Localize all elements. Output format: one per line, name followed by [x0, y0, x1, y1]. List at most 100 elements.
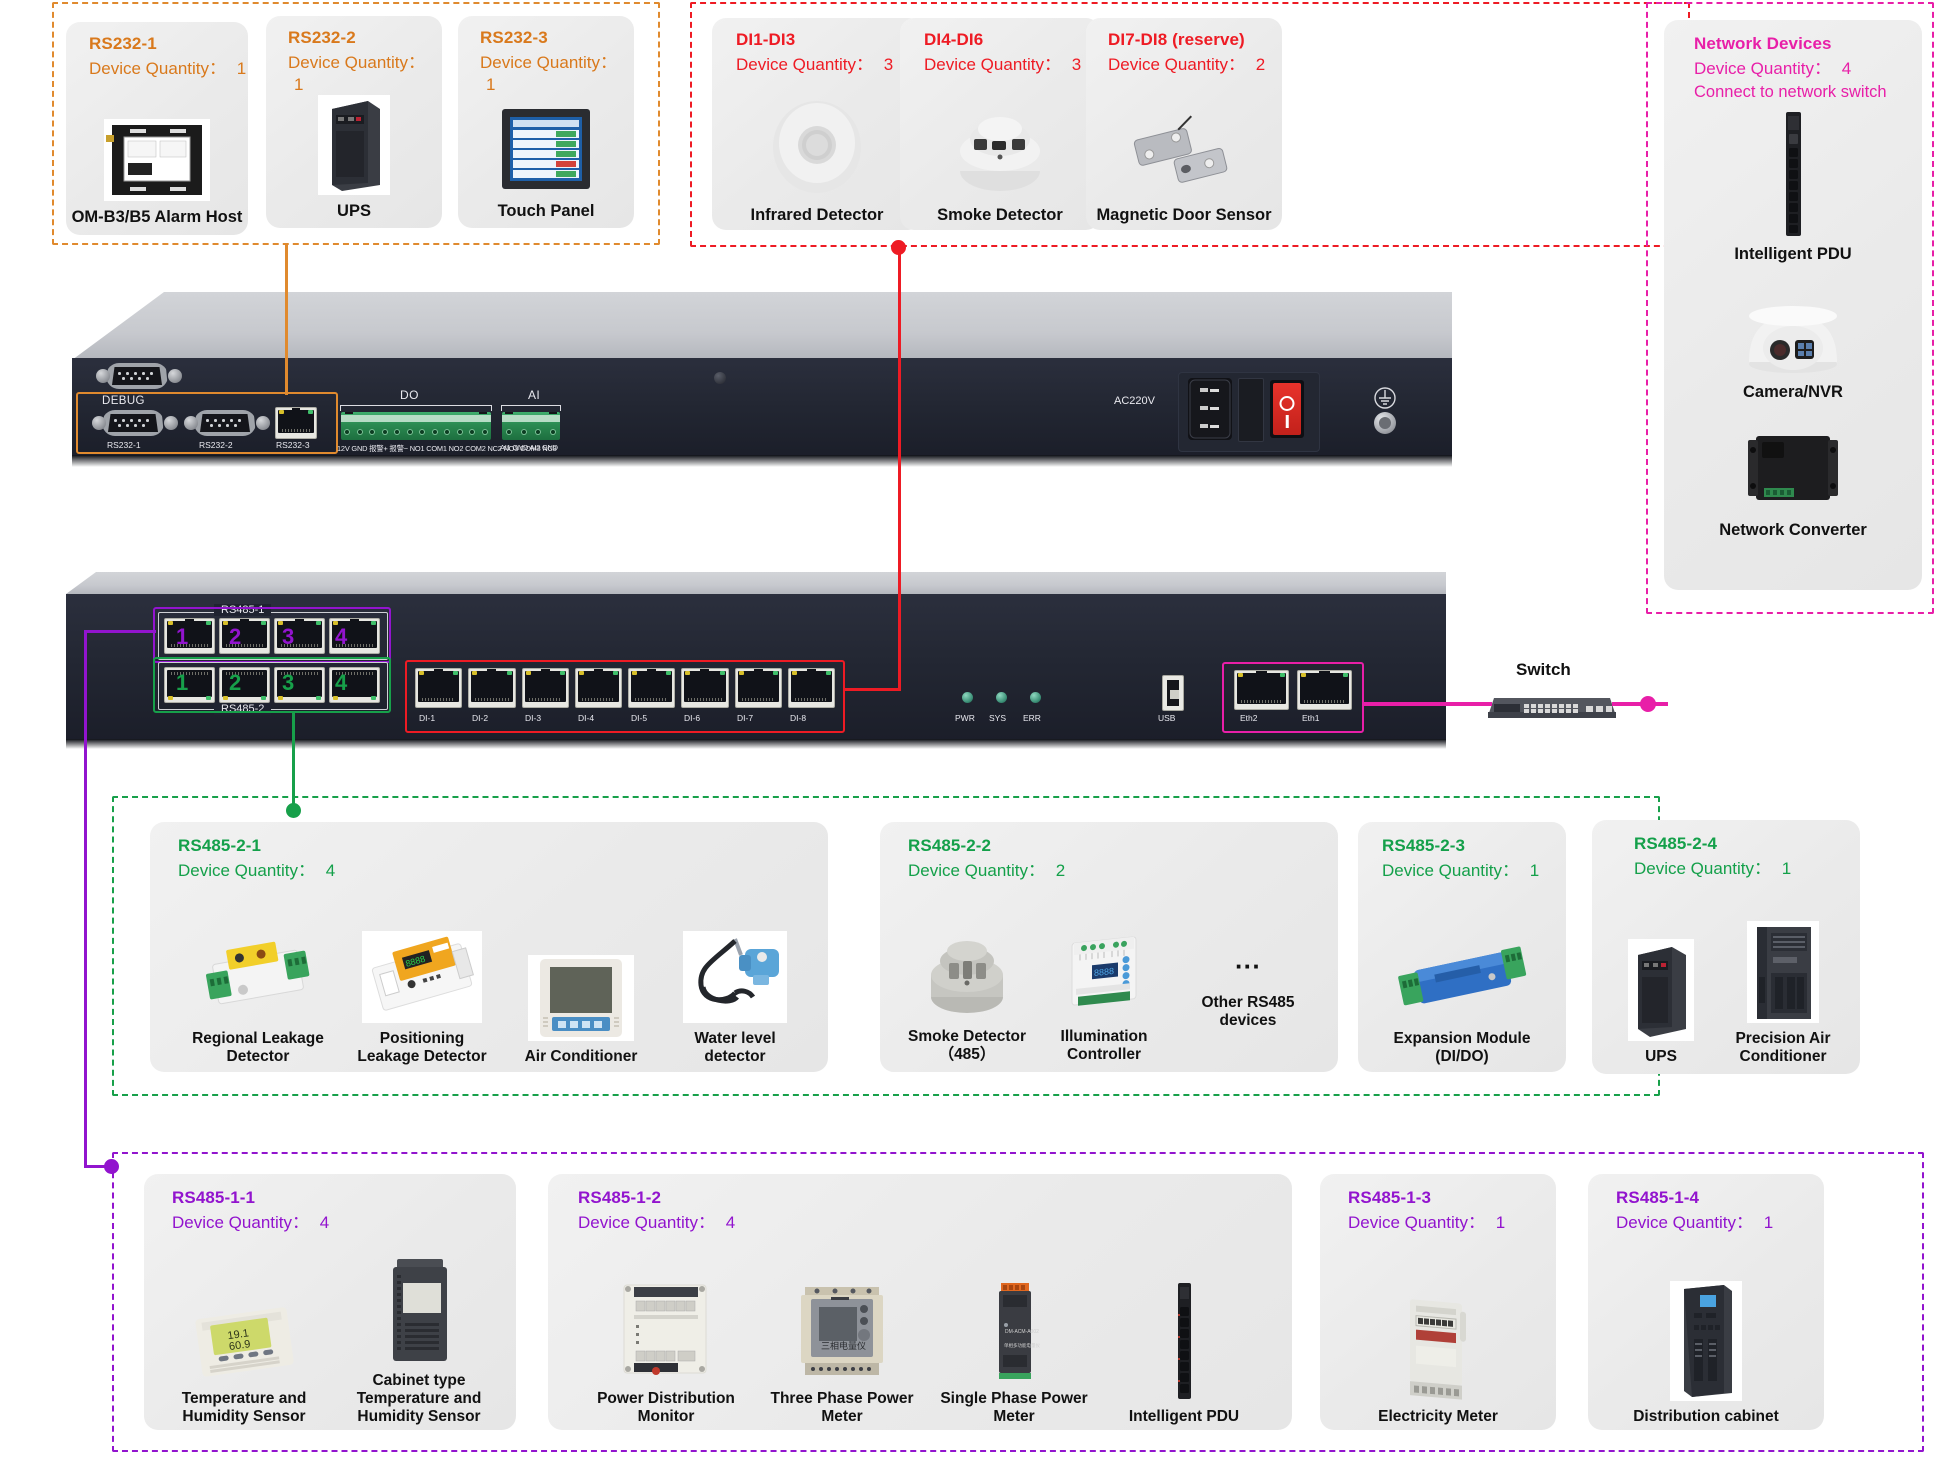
pwr-led [962, 692, 973, 703]
card-rs232-2[interactable]: RS232-2 Device Quantity： 1 UPS [266, 16, 442, 228]
card-title: RS485-2-4 [1634, 834, 1718, 853]
card-title: RS232-2 [288, 28, 356, 47]
device-item: Regional Leakage Detector [183, 931, 333, 1066]
ac-panel-icon [528, 955, 634, 1041]
eth1-label: Eth1 [1302, 713, 1320, 723]
qty-label: Device Quantity： [1694, 59, 1831, 78]
device-label: Distribution cabinet [1633, 1408, 1779, 1425]
qty-label: Device Quantity： [480, 53, 617, 72]
qty-value: 1 [1763, 1213, 1774, 1232]
chassis-front-lid [66, 572, 1446, 594]
qty-value: 1 [1495, 1213, 1506, 1232]
device-item: Network Converter [1664, 428, 1922, 539]
device-item: OM-B3/B5 Alarm Host [72, 119, 242, 226]
ups-tower-icon [1628, 939, 1694, 1041]
precision-ac-icon [1747, 921, 1819, 1023]
di-8-jack[interactable] [787, 668, 835, 708]
di-4-jack[interactable] [574, 668, 622, 708]
qty-value: 2 [1055, 861, 1066, 880]
qty-label: Device Quantity： [578, 1213, 715, 1232]
card-title: RS485-2-2 [908, 836, 992, 855]
svg-text:8888: 8888 [1094, 966, 1114, 978]
di-jacks[interactable] [415, 668, 835, 708]
di-6-jack[interactable] [681, 668, 729, 708]
rs485-2-jacks[interactable] [164, 667, 380, 703]
device-label: Cabinet type Temperature and Humidity Se… [356, 1372, 482, 1425]
card-rs232-3[interactable]: RS232-3 Device Quantity： 1 Touch Panel [458, 16, 634, 228]
device-label: Other RS485 devices [1201, 994, 1295, 1029]
di-2-jack[interactable] [468, 668, 516, 708]
card-rs485-1-2[interactable]: RS485-1-2 Device Quantity： 4 Power Distr… [548, 1174, 1292, 1430]
ac220v-label: AC220V [1114, 395, 1155, 407]
card-di1-di3[interactable]: DI1-DI3 Device Quantity： 3 Infrared Dete… [712, 18, 922, 230]
eth-jacks[interactable] [1234, 670, 1352, 710]
chassis-front-shadow [66, 739, 1446, 749]
device-label: UPS [337, 202, 371, 220]
device-label: Intelligent PDU [1128, 1408, 1240, 1425]
di-1-label: DI-1 [419, 713, 436, 723]
card-title: RS485-2-3 [1382, 836, 1466, 855]
usb-port[interactable] [1162, 675, 1184, 711]
card-rs485-2-1[interactable]: RS485-2-1 Device Quantity： 4 Regional Le… [150, 822, 828, 1072]
sys-label: SYS [989, 713, 1007, 723]
di-1-jack[interactable] [415, 668, 463, 708]
card-di7-di8[interactable]: DI7-DI8 (reserve) Device Quantity： 2 Mag… [1086, 18, 1282, 230]
dome-camera-icon [1738, 290, 1848, 376]
connector-line-rs485-1-b [84, 630, 87, 1168]
connector-dot-network [1640, 696, 1656, 712]
distribution-cabinet-icon [1670, 1281, 1742, 1401]
card-di4-di6[interactable]: DI4-DI6 Device Quantity： 3 Smoke Detecto… [900, 18, 1100, 230]
qty-label: Device Quantity： [178, 861, 315, 880]
rs485-1-jacks[interactable] [164, 618, 380, 654]
eth2-jack[interactable] [1234, 670, 1289, 710]
qty-label: Device Quantity： [1382, 861, 1519, 880]
device-label: Electricity Meter [1378, 1408, 1498, 1425]
device-list: Magnetic Door Sensor [1086, 82, 1282, 224]
qty-value: 4 [1841, 59, 1852, 78]
rs485-2-port-number: 3 [282, 670, 295, 695]
device-label: Expansion Module (DI/DO) [1393, 1030, 1531, 1065]
rs485-1-port-number: 3 [282, 624, 295, 649]
card-rs485-1-3[interactable]: RS485-1-3 Device Quantity： 1 Electricity… [1320, 1174, 1556, 1430]
eth1-jack[interactable] [1297, 670, 1352, 710]
chassis-rear-shadow [72, 455, 1452, 467]
device-label: Smoke Detector（485） [907, 1028, 1026, 1063]
leak-module-yellow-icon [197, 931, 319, 1023]
device-label: UPS [1645, 1048, 1677, 1065]
electricity-meter-icon [1386, 1291, 1490, 1401]
di-5-jack[interactable] [628, 668, 676, 708]
device-label: Touch Panel [497, 202, 595, 220]
card-network-devices[interactable]: Network Devices Device Quantity： 4 Conne… [1664, 20, 1922, 590]
rs485-2-port-number: 4 [335, 670, 348, 695]
device-item: Intelligent PDU [1104, 1281, 1264, 1426]
di-8-label: DI-8 [790, 713, 807, 723]
qty-value: 4 [325, 861, 336, 880]
rs232-2-port[interactable] [184, 410, 270, 436]
device-label: Intelligent PDU [1734, 245, 1852, 263]
qty-value: 1 [1529, 861, 1540, 880]
device-list: Smoke Detector [900, 84, 1100, 224]
di-7-jack[interactable] [734, 668, 782, 708]
fuse-holder [1238, 378, 1264, 442]
card-rs485-1-4[interactable]: RS485-1-4 Device Quantity： 1 Distributio… [1588, 1174, 1824, 1430]
card-rs485-1-1[interactable]: RS485-1-1 Device Quantity： 4 19.1 60.9 Te… [144, 1174, 516, 1430]
card-rs232-1[interactable]: RS232-1 Device Quantity： 1 OM-B3/B5 Alar… [66, 22, 248, 235]
power-switch[interactable] [1270, 380, 1304, 438]
rs232-3-port[interactable] [275, 407, 317, 439]
ai-terminal-block[interactable] [502, 412, 560, 440]
do-terminal-block[interactable] [341, 412, 491, 440]
card-rs485-2-4[interactable]: RS485-2-4 Device Quantity： 1 UPS Precisi… [1592, 820, 1860, 1074]
card-title: RS485-1-1 [172, 1188, 256, 1207]
qty-label: Device Quantity： [1348, 1213, 1485, 1232]
card-quantity: Device Quantity： 4 [178, 860, 335, 882]
qty-label: Device Quantity： [1108, 55, 1245, 74]
qty-label: Device Quantity： [908, 861, 1045, 880]
card-rs485-2-2[interactable]: RS485-2-2 Device Quantity： 2 Smoke Detec… [880, 822, 1338, 1072]
di-3-jack[interactable] [521, 668, 569, 708]
smoke-detector-icon [948, 99, 1052, 199]
device-list: Touch Panel [458, 84, 634, 220]
expansion-module-icon [1392, 937, 1532, 1023]
iec-power-inlet[interactable] [1188, 378, 1232, 440]
card-rs485-2-3[interactable]: RS485-2-3 Device Quantity： 1 Expansion M… [1358, 822, 1566, 1072]
rs232-1-port[interactable] [92, 410, 178, 436]
